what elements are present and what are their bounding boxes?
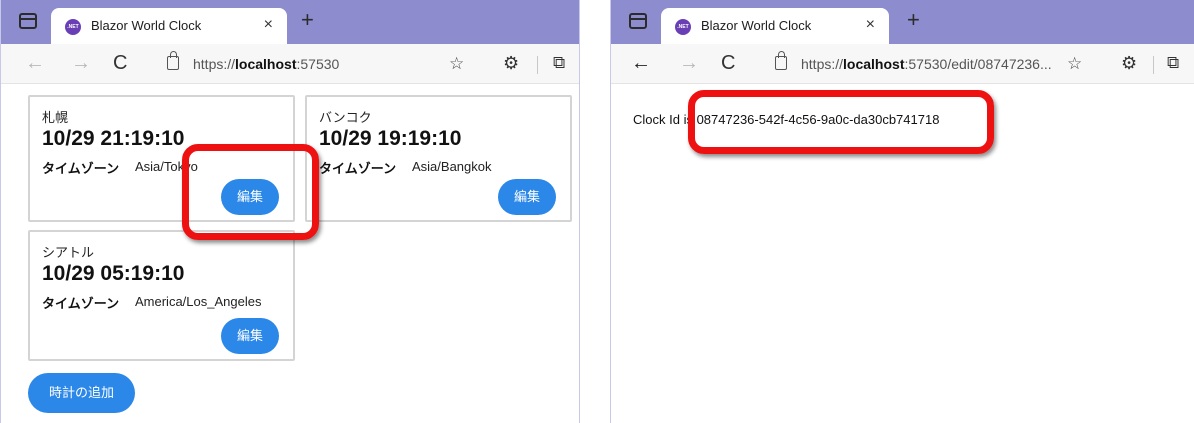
url-path: :57530/edit/08747236... bbox=[904, 56, 1052, 72]
tab-blazor-world-clock[interactable]: .NET Blazor World Clock × bbox=[51, 8, 287, 44]
collections-icon[interactable]: ⧉ bbox=[553, 53, 565, 73]
lock-icon[interactable] bbox=[775, 51, 787, 70]
browser-window-main: .NET Blazor World Clock × + ← → C https:… bbox=[0, 0, 580, 423]
tab-actions-icon[interactable] bbox=[19, 13, 37, 29]
back-icon[interactable]: ← bbox=[25, 52, 45, 74]
close-tab-icon[interactable]: × bbox=[264, 16, 273, 34]
clock-city: シアトル bbox=[42, 245, 95, 260]
address-toolbar: ← → C https://localhost:57530/edit/08747… bbox=[611, 44, 1194, 84]
clock-card-sapporo: 札幌 10/29 21:19:10 タイムゾーン Asia/Tokyo 編集 bbox=[28, 95, 295, 222]
browser-window-edit: .NET Blazor World Clock × + ← → C https:… bbox=[610, 0, 1194, 423]
lock-icon[interactable] bbox=[167, 51, 179, 70]
toolbar-divider bbox=[1153, 56, 1154, 74]
new-tab-icon[interactable]: + bbox=[301, 9, 314, 31]
timezone-value: Asia/Tokyo bbox=[135, 159, 198, 174]
tab-title: Blazor World Clock bbox=[701, 18, 812, 33]
reload-icon[interactable]: C bbox=[721, 52, 735, 74]
clock-time: 10/29 21:19:10 bbox=[42, 127, 185, 150]
tab-bar: .NET Blazor World Clock × + bbox=[611, 0, 1194, 44]
extensions-icon[interactable]: ⚙ bbox=[503, 53, 519, 74]
clock-time: 10/29 19:19:10 bbox=[319, 127, 462, 150]
tab-title: Blazor World Clock bbox=[91, 18, 202, 33]
clock-city: 札幌 bbox=[42, 110, 69, 125]
clock-card-seattle: シアトル 10/29 05:19:10 タイムゾーン America/Los_A… bbox=[28, 230, 295, 361]
clock-id-text: Clock Id is 08747236-542f-4c56-9a0c-da30… bbox=[633, 112, 940, 127]
address-bar[interactable]: https://localhost:57530 bbox=[193, 56, 339, 72]
reload-icon[interactable]: C bbox=[113, 52, 127, 74]
page-content: 札幌 10/29 21:19:10 タイムゾーン Asia/Tokyo 編集 バ… bbox=[1, 85, 579, 423]
url-scheme: https:// bbox=[193, 56, 236, 72]
edit-button[interactable]: 編集 bbox=[221, 318, 279, 354]
url-port: :57530 bbox=[296, 56, 340, 72]
clock-card-bangkok: バンコク 10/29 19:19:10 タイムゾーン Asia/Bangkok … bbox=[305, 95, 572, 222]
url-host: localhost bbox=[235, 56, 297, 72]
timezone-value: Asia/Bangkok bbox=[412, 159, 492, 174]
new-tab-icon[interactable]: + bbox=[907, 9, 920, 31]
timezone-value: America/Los_Angeles bbox=[135, 294, 262, 309]
edit-button[interactable]: 編集 bbox=[498, 179, 556, 215]
timezone-label: タイムゾーン bbox=[319, 161, 397, 176]
dotnet-favicon-icon: .NET bbox=[675, 19, 691, 35]
address-bar[interactable]: https://localhost:57530/edit/08747236... bbox=[801, 56, 1052, 72]
add-favorite-icon[interactable]: ☆ bbox=[1067, 54, 1082, 74]
timezone-label: タイムゾーン bbox=[42, 296, 120, 311]
url-scheme: https:// bbox=[801, 56, 844, 72]
add-clock-button[interactable]: 時計の追加 bbox=[28, 373, 135, 413]
url-host: localhost bbox=[843, 56, 905, 72]
close-tab-icon[interactable]: × bbox=[866, 16, 875, 34]
forward-icon[interactable]: → bbox=[679, 52, 699, 74]
dotnet-favicon-icon: .NET bbox=[65, 19, 81, 35]
extensions-icon[interactable]: ⚙ bbox=[1121, 53, 1137, 74]
tab-blazor-world-clock[interactable]: .NET Blazor World Clock × bbox=[661, 8, 889, 44]
add-favorite-icon[interactable]: ☆ bbox=[449, 54, 464, 74]
address-toolbar: ← → C https://localhost:57530 ☆ ⚙ ⧉ bbox=[1, 44, 579, 84]
tab-bar: .NET Blazor World Clock × + bbox=[1, 0, 579, 44]
edit-button[interactable]: 編集 bbox=[221, 179, 279, 215]
forward-icon[interactable]: → bbox=[71, 52, 91, 74]
timezone-label: タイムゾーン bbox=[42, 161, 120, 176]
collections-icon[interactable]: ⧉ bbox=[1167, 53, 1179, 73]
page-content: Clock Id is 08747236-542f-4c56-9a0c-da30… bbox=[611, 85, 1194, 423]
clock-city: バンコク bbox=[319, 110, 372, 125]
back-icon[interactable]: ← bbox=[631, 52, 651, 74]
toolbar-divider bbox=[537, 56, 538, 74]
clock-time: 10/29 05:19:10 bbox=[42, 262, 185, 285]
tab-actions-icon[interactable] bbox=[629, 13, 647, 29]
